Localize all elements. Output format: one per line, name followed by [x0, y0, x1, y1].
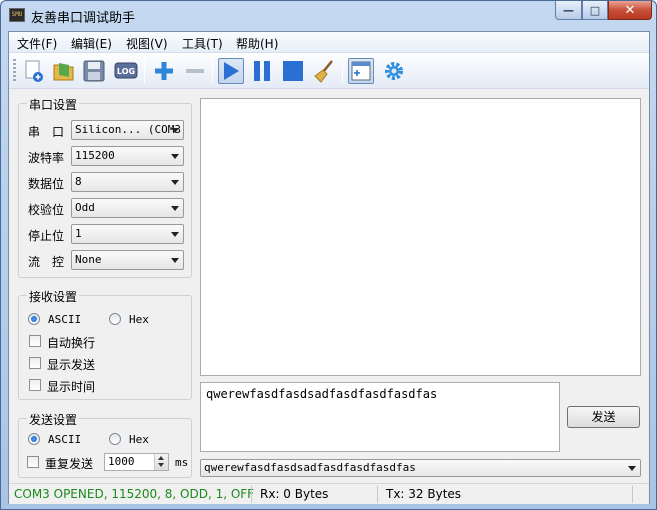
flow-value: None	[75, 253, 102, 266]
open-folder-icon[interactable]	[51, 58, 77, 84]
chevron-down-icon	[171, 180, 179, 185]
baud-value: 115200	[75, 149, 115, 162]
send-history-value: qwerewfasdfasdsadfasdfasdfasdfas	[204, 461, 416, 474]
status-bar: COM3 OPENED, 115200, 8, ODD, 1, OFF Rx: …	[9, 483, 649, 504]
menu-tools[interactable]: 工具(T)	[182, 35, 223, 52]
flow-label: 流 控	[28, 255, 65, 269]
spin-up-icon[interactable]	[158, 456, 164, 460]
port-label: 串 口	[28, 125, 65, 139]
send-history-select[interactable]: qwerewfasdfasdsadfasdfasdfasdfas	[200, 459, 641, 477]
receive-ascii-label: ASCII	[48, 313, 82, 326]
receive-hex-label: Hex	[129, 313, 149, 326]
send-hex-radio[interactable]	[109, 433, 121, 445]
stop-icon[interactable]	[280, 58, 306, 84]
status-divider	[251, 486, 252, 503]
repeat-send-label: 重复发送	[45, 457, 94, 471]
show-time-label: 显示时间	[47, 380, 96, 394]
add-icon[interactable]	[151, 58, 177, 84]
interval-unit-label: ms	[175, 456, 189, 469]
maximize-button[interactable]: □	[582, 1, 608, 20]
remove-icon[interactable]	[182, 58, 208, 84]
chevron-down-icon	[171, 128, 179, 133]
window-title: 友善串口调试助手	[31, 11, 136, 26]
title-bar[interactable]: SMU 友善串口调试助手 — □ ✕	[1, 1, 656, 31]
baud-label: 波特率	[28, 151, 65, 165]
status-divider	[632, 486, 633, 503]
stopbits-value: 1	[75, 227, 82, 240]
port-select[interactable]: Silicon... (COM3	[71, 120, 184, 140]
stopbits-select[interactable]: 1	[71, 224, 184, 244]
new-file-icon[interactable]	[21, 58, 47, 84]
databits-value: 8	[75, 175, 82, 188]
chevron-down-icon	[171, 232, 179, 237]
menu-bar: 文件(F) 编辑(E) 视图(V) 工具(T) 帮助(H)	[9, 32, 649, 53]
auto-newline-label: 自动换行	[47, 336, 96, 350]
client-area: 文件(F) 编辑(E) 视图(V) 工具(T) 帮助(H) LOG 串口设置 串…	[8, 31, 650, 504]
show-send-checkbox[interactable]	[29, 357, 41, 369]
send-ascii-radio[interactable]	[28, 433, 40, 445]
toolbar: LOG	[9, 53, 649, 89]
clear-broom-icon[interactable]	[312, 58, 338, 84]
chevron-down-icon	[171, 206, 179, 211]
stopbits-label: 停止位	[28, 229, 65, 243]
interval-stepper[interactable]	[154, 454, 168, 470]
window-controls: — □ ✕	[555, 1, 652, 20]
chevron-down-icon	[628, 466, 636, 471]
auto-newline-checkbox[interactable]	[29, 335, 41, 347]
databits-select[interactable]: 8	[71, 172, 184, 192]
send-button[interactable]: 发送	[567, 406, 640, 428]
settings-gear-icon[interactable]	[381, 58, 407, 84]
send-settings-title: 发送设置	[27, 411, 80, 428]
receive-hex-radio[interactable]	[109, 313, 121, 325]
show-time-checkbox[interactable]	[29, 379, 41, 391]
menu-file[interactable]: 文件(F)	[17, 35, 57, 52]
show-send-label: 显示发送	[47, 358, 96, 372]
receive-ascii-radio[interactable]	[28, 313, 40, 325]
repeat-interval-input[interactable]: 1000	[104, 453, 169, 471]
window-layout-icon[interactable]	[348, 58, 374, 84]
parity-value: Odd	[75, 201, 95, 214]
repeat-interval-value: 1000	[108, 455, 135, 468]
menu-view[interactable]: 视图(V)	[126, 35, 168, 52]
send-ascii-label: ASCII	[48, 433, 82, 446]
toolbar-separator	[342, 59, 343, 83]
menu-edit[interactable]: 编辑(E)	[71, 35, 112, 52]
databits-label: 数据位	[28, 177, 65, 191]
close-button[interactable]: ✕	[608, 1, 652, 20]
app-icon: SMU	[9, 8, 25, 22]
receive-settings-group: 接收设置 ASCII Hex 自动换行 显示发送 显示时间	[18, 288, 192, 400]
tx-count: Tx: 32 Bytes	[386, 487, 462, 501]
parity-label: 校验位	[28, 203, 65, 217]
rx-count: Rx: 0 Bytes	[260, 487, 329, 501]
send-settings-group: 发送设置 ASCII Hex 重复发送 1000 ms	[18, 411, 192, 478]
parity-select[interactable]: Odd	[71, 198, 184, 218]
app-window: SMU 友善串口调试助手 — □ ✕ 文件(F) 编辑(E) 视图(V) 工具(…	[0, 0, 657, 510]
port-value: Silicon... (COM3	[75, 123, 181, 136]
chevron-down-icon	[171, 258, 179, 263]
status-divider	[377, 486, 378, 503]
log-icon-label: LOG	[117, 67, 135, 76]
spin-down-icon[interactable]	[158, 463, 164, 467]
save-icon[interactable]	[81, 58, 107, 84]
minimize-button[interactable]: —	[555, 1, 582, 20]
chevron-down-icon	[171, 154, 179, 159]
send-hex-label: Hex	[129, 433, 149, 446]
toolbar-grip[interactable]	[13, 59, 16, 83]
send-textarea[interactable]: qwerewfasdfasdsadfasdfasdfasdfas	[200, 382, 560, 452]
flow-select[interactable]: None	[71, 250, 184, 270]
serial-settings-group: 串口设置 串 口 Silicon... (COM3 波特率 115200 数据位…	[18, 96, 192, 278]
receive-settings-title: 接收设置	[27, 288, 80, 305]
toolbar-separator	[144, 59, 145, 83]
pause-icon[interactable]	[250, 58, 276, 84]
menu-help[interactable]: 帮助(H)	[236, 35, 278, 52]
toolbar-separator	[212, 59, 213, 83]
baud-select[interactable]: 115200	[71, 146, 184, 166]
serial-settings-title: 串口设置	[27, 96, 80, 113]
repeat-send-checkbox[interactable]	[27, 456, 39, 468]
receive-textarea[interactable]	[200, 98, 641, 376]
start-icon[interactable]	[218, 58, 244, 84]
connection-status: COM3 OPENED, 115200, 8, ODD, 1, OFF	[14, 487, 255, 501]
log-icon[interactable]: LOG	[113, 58, 139, 84]
